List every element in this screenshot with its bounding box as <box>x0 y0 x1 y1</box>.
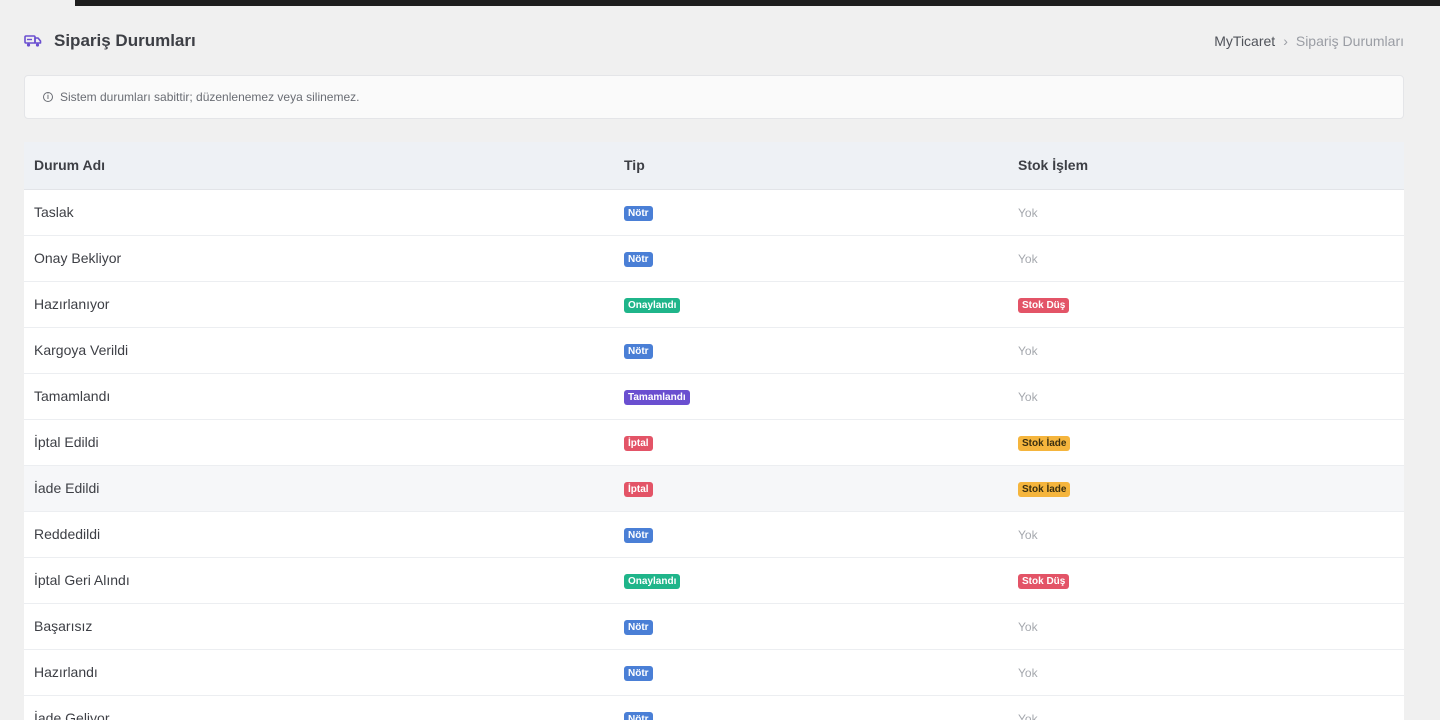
alert-text: Sistem durumları sabittir; düzenlenemez … <box>60 90 360 104</box>
table-row[interactable]: Başarısız Nötr Yok <box>24 603 1404 649</box>
stock-action-badge: Stok Düş <box>1018 298 1070 313</box>
breadcrumb-home-link[interactable]: MyTicaret <box>1214 33 1275 49</box>
page-title: Sipariş Durumları <box>54 31 196 50</box>
table-row[interactable]: İade Geliyor Nötr Yok <box>24 695 1404 720</box>
status-table: Durum Adı Tip Stok İşlem Taslak Nötr Yok On… <box>24 142 1404 720</box>
type-badge: Onaylandı <box>624 298 681 313</box>
column-header-stock[interactable]: Stok İşlem <box>1008 142 1404 190</box>
status-type-cell: Nötr <box>614 603 1008 649</box>
stock-action-cell: Yok <box>1008 189 1404 235</box>
status-name-cell: Tamamlandı <box>34 388 111 404</box>
table-row[interactable]: İptal Edildi İptal Stok İade <box>24 419 1404 465</box>
status-name-cell: İptal Geri Alındı <box>34 572 130 588</box>
info-alert: i Sistem durumları sabittir; düzenleneme… <box>24 75 1404 119</box>
page-header: Sipariş Durumları MyTicaret › Sipariş Du… <box>24 26 1404 56</box>
type-badge: Onaylandı <box>624 574 681 589</box>
type-badge: Nötr <box>624 712 653 720</box>
status-name-cell: İade Geliyor <box>34 710 110 720</box>
status-name-cell: Kargoya Verildi <box>34 342 129 358</box>
stock-action-text: Yok <box>1018 666 1038 680</box>
stock-action-cell: Stok Düş <box>1008 281 1404 327</box>
stock-action-badge: Stok İade <box>1018 436 1071 451</box>
status-type-cell: Nötr <box>614 235 1008 281</box>
type-badge: Nötr <box>624 252 653 267</box>
status-name-cell: Başarısız <box>34 618 93 634</box>
stock-action-text: Yok <box>1018 252 1038 266</box>
table-row[interactable]: Hazırlandı Nötr Yok <box>24 649 1404 695</box>
stock-action-cell: Yok <box>1008 327 1404 373</box>
info-icon: i <box>43 92 53 102</box>
status-type-cell: İptal <box>614 465 1008 511</box>
type-badge: İptal <box>624 436 653 451</box>
status-type-cell: Nötr <box>614 327 1008 373</box>
type-badge: Nötr <box>624 206 653 221</box>
column-header-type[interactable]: Tip <box>614 142 1008 190</box>
stock-action-text: Yok <box>1018 206 1038 220</box>
table-row[interactable]: Tamamlandı Tamamlandı Yok <box>24 373 1404 419</box>
table-row[interactable]: İade Edildi İptal Stok İade <box>24 465 1404 511</box>
stock-action-cell: Stok Düş <box>1008 557 1404 603</box>
status-name-cell: Reddedildi <box>34 526 101 542</box>
truck-icon <box>24 34 42 48</box>
status-name-cell: İade Edildi <box>34 480 100 496</box>
stock-action-cell: Yok <box>1008 649 1404 695</box>
stock-action-text: Yok <box>1018 712 1038 720</box>
stock-action-badge: Stok İade <box>1018 482 1071 497</box>
stock-action-cell: Stok İade <box>1008 419 1404 465</box>
stock-action-cell: Yok <box>1008 373 1404 419</box>
stock-action-cell: Yok <box>1008 511 1404 557</box>
status-name-cell: Hazırlandı <box>34 664 98 680</box>
table-row[interactable]: Taslak Nötr Yok <box>24 189 1404 235</box>
status-name-cell: Onay Bekliyor <box>34 250 122 266</box>
status-type-cell: Onaylandı <box>614 281 1008 327</box>
table-header-row: Durum Adı Tip Stok İşlem <box>24 142 1404 190</box>
status-type-cell: Onaylandı <box>614 557 1008 603</box>
type-badge: Nötr <box>624 344 653 359</box>
stock-action-text: Yok <box>1018 390 1038 404</box>
table-row[interactable]: Kargoya Verildi Nötr Yok <box>24 327 1404 373</box>
stock-action-cell: Yok <box>1008 603 1404 649</box>
stock-action-badge: Stok Düş <box>1018 574 1070 589</box>
table-row[interactable]: Reddedildi Nötr Yok <box>24 511 1404 557</box>
breadcrumb-current: Sipariş Durumları <box>1295 33 1404 49</box>
type-badge: İptal <box>624 482 653 497</box>
stock-action-text: Yok <box>1018 528 1038 542</box>
status-type-cell: İptal <box>614 419 1008 465</box>
status-type-cell: Tamamlandı <box>614 373 1008 419</box>
chevron-right-icon: › <box>1283 33 1288 49</box>
stock-action-cell: Stok İade <box>1008 465 1404 511</box>
type-badge: Nötr <box>624 666 653 681</box>
stock-action-text: Yok <box>1018 344 1038 358</box>
status-type-cell: Nötr <box>614 511 1008 557</box>
status-name-cell: İptal Edildi <box>34 434 99 450</box>
table-row[interactable]: Hazırlanıyor Onaylandı Stok Düş <box>24 281 1404 327</box>
status-type-cell: Nötr <box>614 189 1008 235</box>
status-name-cell: Taslak <box>34 204 74 220</box>
type-badge: Nötr <box>624 528 653 543</box>
status-table-card: Durum Adı Tip Stok İşlem Taslak Nötr Yok On… <box>24 142 1404 720</box>
type-badge: Nötr <box>624 620 653 635</box>
column-header-name[interactable]: Durum Adı <box>24 142 614 190</box>
type-badge: Tamamlandı <box>624 390 690 405</box>
table-row[interactable]: İptal Geri Alındı Onaylandı Stok Düş <box>24 557 1404 603</box>
status-type-cell: Nötr <box>614 695 1008 720</box>
table-row[interactable]: Onay Bekliyor Nötr Yok <box>24 235 1404 281</box>
status-type-cell: Nötr <box>614 649 1008 695</box>
stock-action-cell: Yok <box>1008 235 1404 281</box>
stock-action-text: Yok <box>1018 620 1038 634</box>
stock-action-cell: Yok <box>1008 695 1404 720</box>
title-wrap: Sipariş Durumları <box>24 31 196 51</box>
top-bar <box>75 0 1440 6</box>
status-name-cell: Hazırlanıyor <box>34 296 110 312</box>
breadcrumb: MyTicaret › Sipariş Durumları <box>1214 33 1404 49</box>
